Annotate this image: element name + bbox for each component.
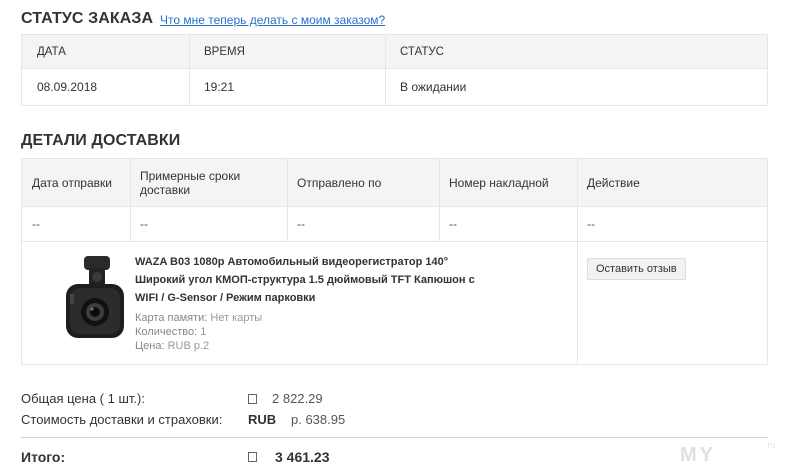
column-header-shipped-by: Отправлено по [297, 175, 382, 190]
table-row: -- -- -- -- -- [22, 207, 767, 242]
price-info: Цена: RUB р.2 [135, 340, 209, 352]
order-status-table: ДАТА ВРЕМЯ СТАТУС 08.09.2018 19:21 В ожи… [21, 34, 768, 106]
quantity-value: 1 [200, 326, 207, 338]
column-header-date: ДАТА [37, 45, 66, 58]
order-time: 19:21 [204, 80, 235, 94]
shipped-by-cell: -- [297, 217, 305, 231]
quantity-info: Количество: 1 [135, 326, 206, 338]
site-watermark-suffix: .ru [765, 440, 776, 450]
column-header-tracking: Номер накладной [449, 175, 549, 190]
memory-card-value: Нет карты [210, 312, 263, 324]
order-date: 08.09.2018 [37, 80, 98, 94]
column-header-action: Действие [587, 175, 640, 190]
order-status-title: СТАТУС ЗАКАЗА [21, 10, 154, 27]
shipping-value: р. 638.95 [291, 412, 346, 427]
price-label: Цена: [135, 340, 165, 352]
shipping-currency: RUB [248, 412, 277, 427]
table-row: 08.09.2018 19:21 В ожидании [22, 69, 767, 105]
site-watermark: MY [680, 444, 716, 466]
eta-cell: -- [140, 217, 148, 231]
column-header-status: СТАТУС [400, 45, 444, 58]
dashcam-icon[interactable] [62, 254, 130, 354]
order-status-header: ДАТА ВРЕМЯ СТАТУС [22, 35, 767, 69]
leave-review-button[interactable]: Оставить отзыв [587, 258, 686, 280]
column-header-eta: Примерные сроки доставки [140, 168, 241, 197]
column-header-ship-date: Дата отправки [32, 175, 112, 190]
currency-icon [248, 452, 257, 462]
product-title[interactable]: WAZA B03 1080p Автомобильный видеорегист… [135, 253, 485, 307]
tracking-cell: -- [449, 217, 457, 231]
shipping-label: Стоимость доставки и страховки: [21, 412, 223, 427]
grand-total-label: Итого: [21, 449, 66, 465]
quantity-label: Количество: [135, 326, 198, 338]
column-divider [577, 242, 578, 364]
action-cell: -- [587, 217, 595, 231]
delivery-header: Дата отправки Примерные сроки доставки О… [22, 159, 767, 207]
subtotal-value: 2 822.29 [272, 391, 323, 406]
price-value: RUB р.2 [167, 340, 210, 352]
ship-date-cell: -- [32, 217, 40, 231]
dashcam-image [66, 256, 124, 338]
subtotal-label: Общая цена ( 1 шт.): [21, 391, 145, 406]
currency-icon [248, 394, 257, 404]
memory-card-info: Карта памяти: Нет карты [135, 312, 262, 324]
order-help-link[interactable]: Что мне теперь делать с моим заказом? [160, 13, 385, 27]
delivery-details-title: ДЕТАЛИ ДОСТАВКИ [21, 132, 181, 149]
memory-card-label: Карта памяти: [135, 312, 208, 324]
product-row: WAZA B03 1080p Автомобильный видеорегист… [22, 242, 767, 364]
column-header-time: ВРЕМЯ [204, 45, 245, 58]
grand-total-value: 3 461.23 [275, 449, 330, 465]
delivery-table: Дата отправки Примерные сроки доставки О… [21, 158, 768, 365]
totals-divider [21, 437, 768, 438]
order-status-value: В ожидании [400, 80, 467, 94]
